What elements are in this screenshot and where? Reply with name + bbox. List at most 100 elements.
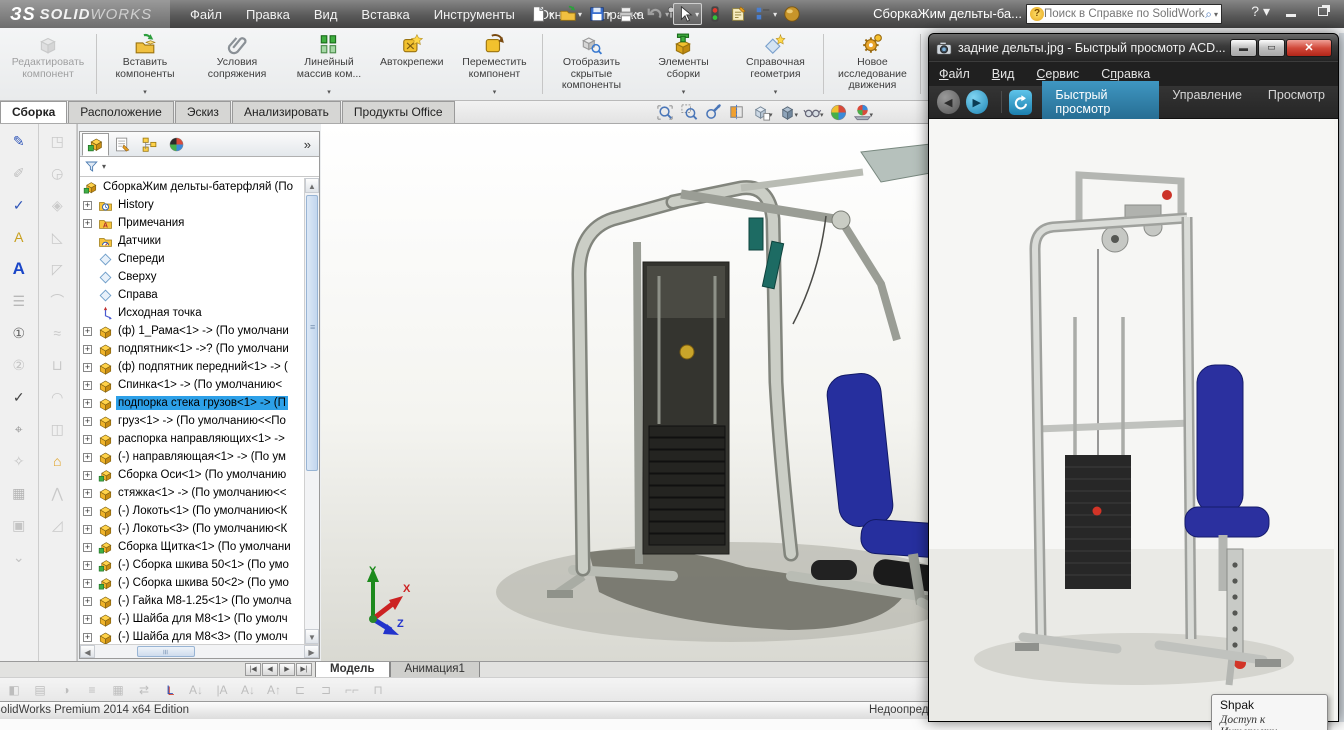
propertymanager-tab-button[interactable] (109, 133, 136, 156)
restore-button[interactable] (1312, 4, 1334, 20)
lock-icon[interactable]: ⌂ (46, 452, 68, 470)
tab-Эскиз[interactable]: Эскиз (175, 101, 231, 123)
previous-view-button[interactable] (704, 103, 723, 122)
linear-note-icon[interactable]: ☰ (8, 292, 30, 310)
tree-item[interactable]: +(-) Гайка М8-1.25<1> (По умолча (80, 592, 319, 610)
dropdown-caret-icon[interactable]: ▾ (578, 10, 582, 19)
rib-icon[interactable]: ⋀ (46, 484, 68, 502)
expand-toggle[interactable]: + (83, 507, 92, 516)
revolve-icon[interactable]: ◶ (46, 164, 68, 182)
menu-Вставка[interactable]: Вставка (351, 3, 419, 26)
ungroup-icon[interactable]: ⊐ (318, 683, 334, 697)
expand-toggle[interactable]: + (83, 525, 92, 534)
help-sphere-button[interactable] (781, 4, 803, 24)
expand-toggle[interactable]: + (83, 417, 92, 426)
scroll-up-arrow[interactable]: ▲ (305, 178, 319, 193)
dropdown-caret-icon[interactable]: ▾ (493, 87, 497, 99)
tree-item[interactable]: +(-) Локоть<3> (По умолчанию<К (80, 520, 319, 538)
tree-item[interactable]: +(-) Локоть<1> (По умолчанию<К (80, 502, 319, 520)
search-icon[interactable]: ⌕ (1205, 7, 1212, 22)
tree-item[interactable]: +подпорка стека грузов<1> -> (П (80, 394, 319, 412)
menu-Инструменты[interactable]: Инструменты (424, 3, 525, 26)
expand-toggle[interactable]: + (83, 219, 92, 228)
expand-toggle[interactable]: + (83, 399, 92, 408)
format-painter-icon[interactable]: A (8, 228, 30, 246)
dropdown-caret-icon[interactable]: ▾ (327, 87, 331, 99)
loft-icon[interactable]: ◈ (46, 196, 68, 214)
help-search-box[interactable]: ? ⌕ ▾ (1026, 4, 1222, 24)
tree-item[interactable]: +Сборка Щитка<1> (По умолчани (80, 538, 319, 556)
table-icon[interactable]: ▦ (8, 484, 30, 502)
ribbon-mates-button[interactable]: Условия сопряжения (191, 29, 283, 99)
tab-Анимация1[interactable]: Анимация1 (390, 662, 480, 678)
undo-button[interactable]: ▾ (644, 4, 671, 24)
note-icon[interactable]: А (8, 260, 30, 278)
dim-horizontal-icon[interactable]: ⌐⌐ (344, 683, 360, 697)
expand-toggle[interactable]: + (83, 201, 92, 210)
search-input[interactable] (1044, 8, 1205, 20)
ribbon-show-hidden-button[interactable]: Отобразить скрытые компоненты (545, 29, 637, 99)
expand-toggle[interactable]: + (83, 579, 92, 588)
dropdown-caret-icon[interactable]: ▾ (143, 87, 147, 99)
rotate-left-button[interactable] (1009, 90, 1032, 115)
tree-item[interactable]: Спереди (80, 250, 319, 268)
weld-symbol-icon[interactable]: ⌄ (8, 548, 30, 566)
filter-caret-icon[interactable]: ▾ (102, 162, 106, 171)
ribbon-insert-components-button[interactable]: Вставить компоненты▾ (99, 29, 191, 99)
dropdown-caret-icon[interactable]: ▾ (695, 10, 699, 19)
stamp-icon[interactable]: ⊔ (46, 356, 68, 374)
scroll-right-arrow[interactable]: ▶ (304, 645, 319, 658)
dropdown-caret-icon[interactable]: ▾ (665, 10, 669, 19)
next-frame-button[interactable]: ▶ (279, 663, 295, 676)
panel-expand-chevron[interactable]: » (304, 137, 311, 152)
sketch-icon[interactable]: ✎ (8, 132, 30, 150)
dropdown-caret-icon[interactable]: ▾ (820, 112, 824, 119)
align-top-icon[interactable]: A↑ (266, 683, 282, 697)
print-button[interactable]: ▾ (615, 4, 642, 24)
dropdown-caret-icon[interactable]: ▾ (773, 10, 777, 19)
expand-toggle[interactable]: + (83, 633, 92, 642)
scene-button[interactable]: ▾ (853, 103, 874, 122)
minimize-button[interactable] (1280, 4, 1302, 20)
draw-compare-icon[interactable]: ◑ (58, 683, 74, 697)
tree-item[interactable]: +(ф) подпятник передний<1> -> ( (80, 358, 319, 376)
acdsee-tab-Быстрый просмотр[interactable]: Быстрый просмотр (1042, 81, 1159, 123)
select-arrow-button[interactable]: ▾ (673, 3, 702, 25)
new-document-button[interactable]: ▾ (528, 4, 555, 24)
tree-item[interactable]: СборкаЖим дельты-батерфляй (По (80, 178, 319, 196)
group-icon[interactable]: ⊏ (292, 683, 308, 697)
zoom-fit-button[interactable] (656, 103, 675, 122)
check-mark-icon[interactable]: ✓ (8, 388, 30, 406)
balloon-icon[interactable]: ① (8, 324, 30, 342)
expand-toggle[interactable]: + (83, 543, 92, 552)
zoom-area-button[interactable] (680, 103, 699, 122)
view-orientation-button[interactable]: ▾ (752, 103, 773, 122)
ribbon-smart-fasteners-button[interactable]: Автокрепежи (375, 29, 448, 99)
expand-toggle[interactable]: + (83, 381, 92, 390)
help-menu-button[interactable]: ? ▾ (1251, 3, 1270, 20)
ribbon-assembly-features-button[interactable]: Элементы сборки▾ (637, 29, 729, 99)
acdsee-tab-Просмотр[interactable]: Просмотр (1255, 81, 1338, 123)
grid-icon[interactable]: ▦ (110, 683, 126, 697)
acdsee-menu-Файл[interactable]: Файл (939, 67, 970, 81)
extrude-icon[interactable]: ◳ (46, 132, 68, 150)
menu-Файл[interactable]: Файл (180, 3, 232, 26)
acdsee-close-button[interactable]: ✕ (1286, 39, 1332, 57)
block-icon[interactable]: ▣ (8, 516, 30, 534)
tab-Модель[interactable]: Модель (315, 662, 390, 678)
tree-item[interactable]: +(-) Шайба для М8<3> (По умолч (80, 628, 319, 644)
dropdown-caret-icon[interactable]: ▾ (682, 87, 686, 99)
acdsee-maximize-button[interactable]: ▭ (1258, 39, 1285, 57)
properties-button[interactable] (728, 4, 750, 24)
flex-icon[interactable]: ≈ (46, 324, 68, 342)
save-button[interactable]: ▾ (586, 4, 613, 24)
scene-stack-icon[interactable]: ▤ (32, 683, 48, 697)
dropdown-caret-icon[interactable]: ▾ (774, 87, 778, 99)
tree-item[interactable]: +AПримечания (80, 214, 319, 232)
dropdown-caret-icon[interactable]: ▾ (795, 112, 799, 119)
tree-item[interactable]: +подпятник<1> ->? (По умолчани (80, 340, 319, 358)
acdsee-minimize-button[interactable]: ▬ (1230, 39, 1257, 57)
previous-frame-button[interactable]: ◀ (262, 663, 278, 676)
deviation-icon[interactable]: ⌖ (8, 420, 30, 438)
ribbon-motion-study-button[interactable]: Новое исследование движения (826, 29, 918, 99)
